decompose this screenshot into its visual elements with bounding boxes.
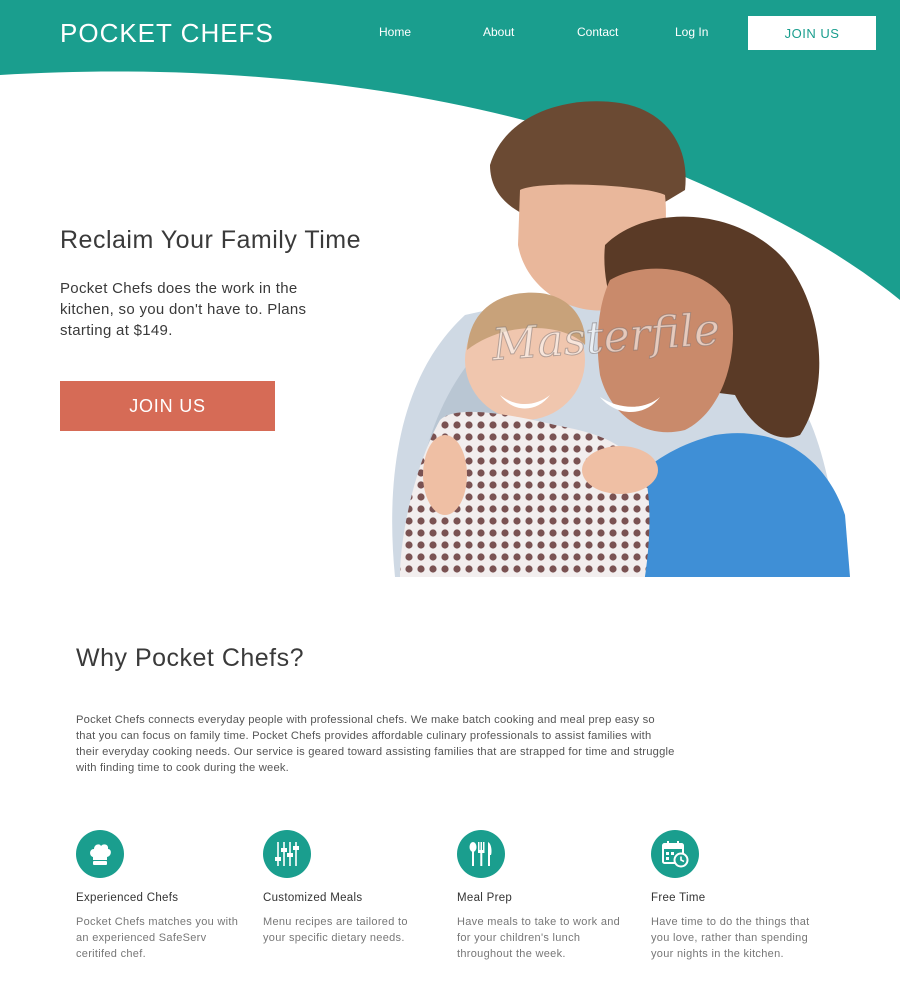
feature-description: Menu recipes are tailored to your specif… <box>263 916 408 944</box>
nav-contact-link[interactable]: Contact <box>577 25 618 39</box>
feature-description: Have time to do the things that you love… <box>651 916 810 960</box>
hero-description: Pocket Chefs does the work in the kitche… <box>60 280 307 339</box>
feature-description: Have meals to take to work and for your … <box>457 916 621 960</box>
site-logo[interactable]: POCKET CHEFS <box>60 18 274 49</box>
feature-description: Pocket Chefs matches you with an experie… <box>76 916 239 960</box>
top-navigation-bar: POCKET CHEFS Home About Contact Log In J… <box>0 0 900 70</box>
feature-title: Free Time <box>651 892 706 904</box>
hero-title: Reclaim Your Family Time <box>60 226 361 254</box>
utensils-icon <box>457 830 505 878</box>
feature-customized-meals: Customized Meals Menu recipes are tailor… <box>263 830 433 946</box>
calendar-clock-icon <box>651 830 699 878</box>
nav-home-link[interactable]: Home <box>379 25 411 39</box>
feature-experienced-chefs: Experienced Chefs Pocket Chefs matches y… <box>76 830 246 962</box>
hero-join-button[interactable]: JOIN US <box>60 381 275 431</box>
chef-hat-icon <box>76 830 124 878</box>
nav-about-link[interactable]: About <box>483 25 514 39</box>
feature-free-time: Free Time Have time to do the things tha… <box>651 830 821 962</box>
header-join-button[interactable]: JOIN US <box>748 16 876 50</box>
why-section-text: Pocket Chefs connects everyday people wi… <box>76 714 675 774</box>
why-section-title: Why Pocket Chefs? <box>76 644 305 672</box>
feature-title: Meal Prep <box>457 892 513 904</box>
feature-title: Customized Meals <box>263 892 363 904</box>
feature-meal-prep: Meal Prep Have meals to take to work and… <box>457 830 627 962</box>
sliders-icon <box>263 830 311 878</box>
feature-title: Experienced Chefs <box>76 892 179 904</box>
nav-login-link[interactable]: Log In <box>675 25 708 39</box>
